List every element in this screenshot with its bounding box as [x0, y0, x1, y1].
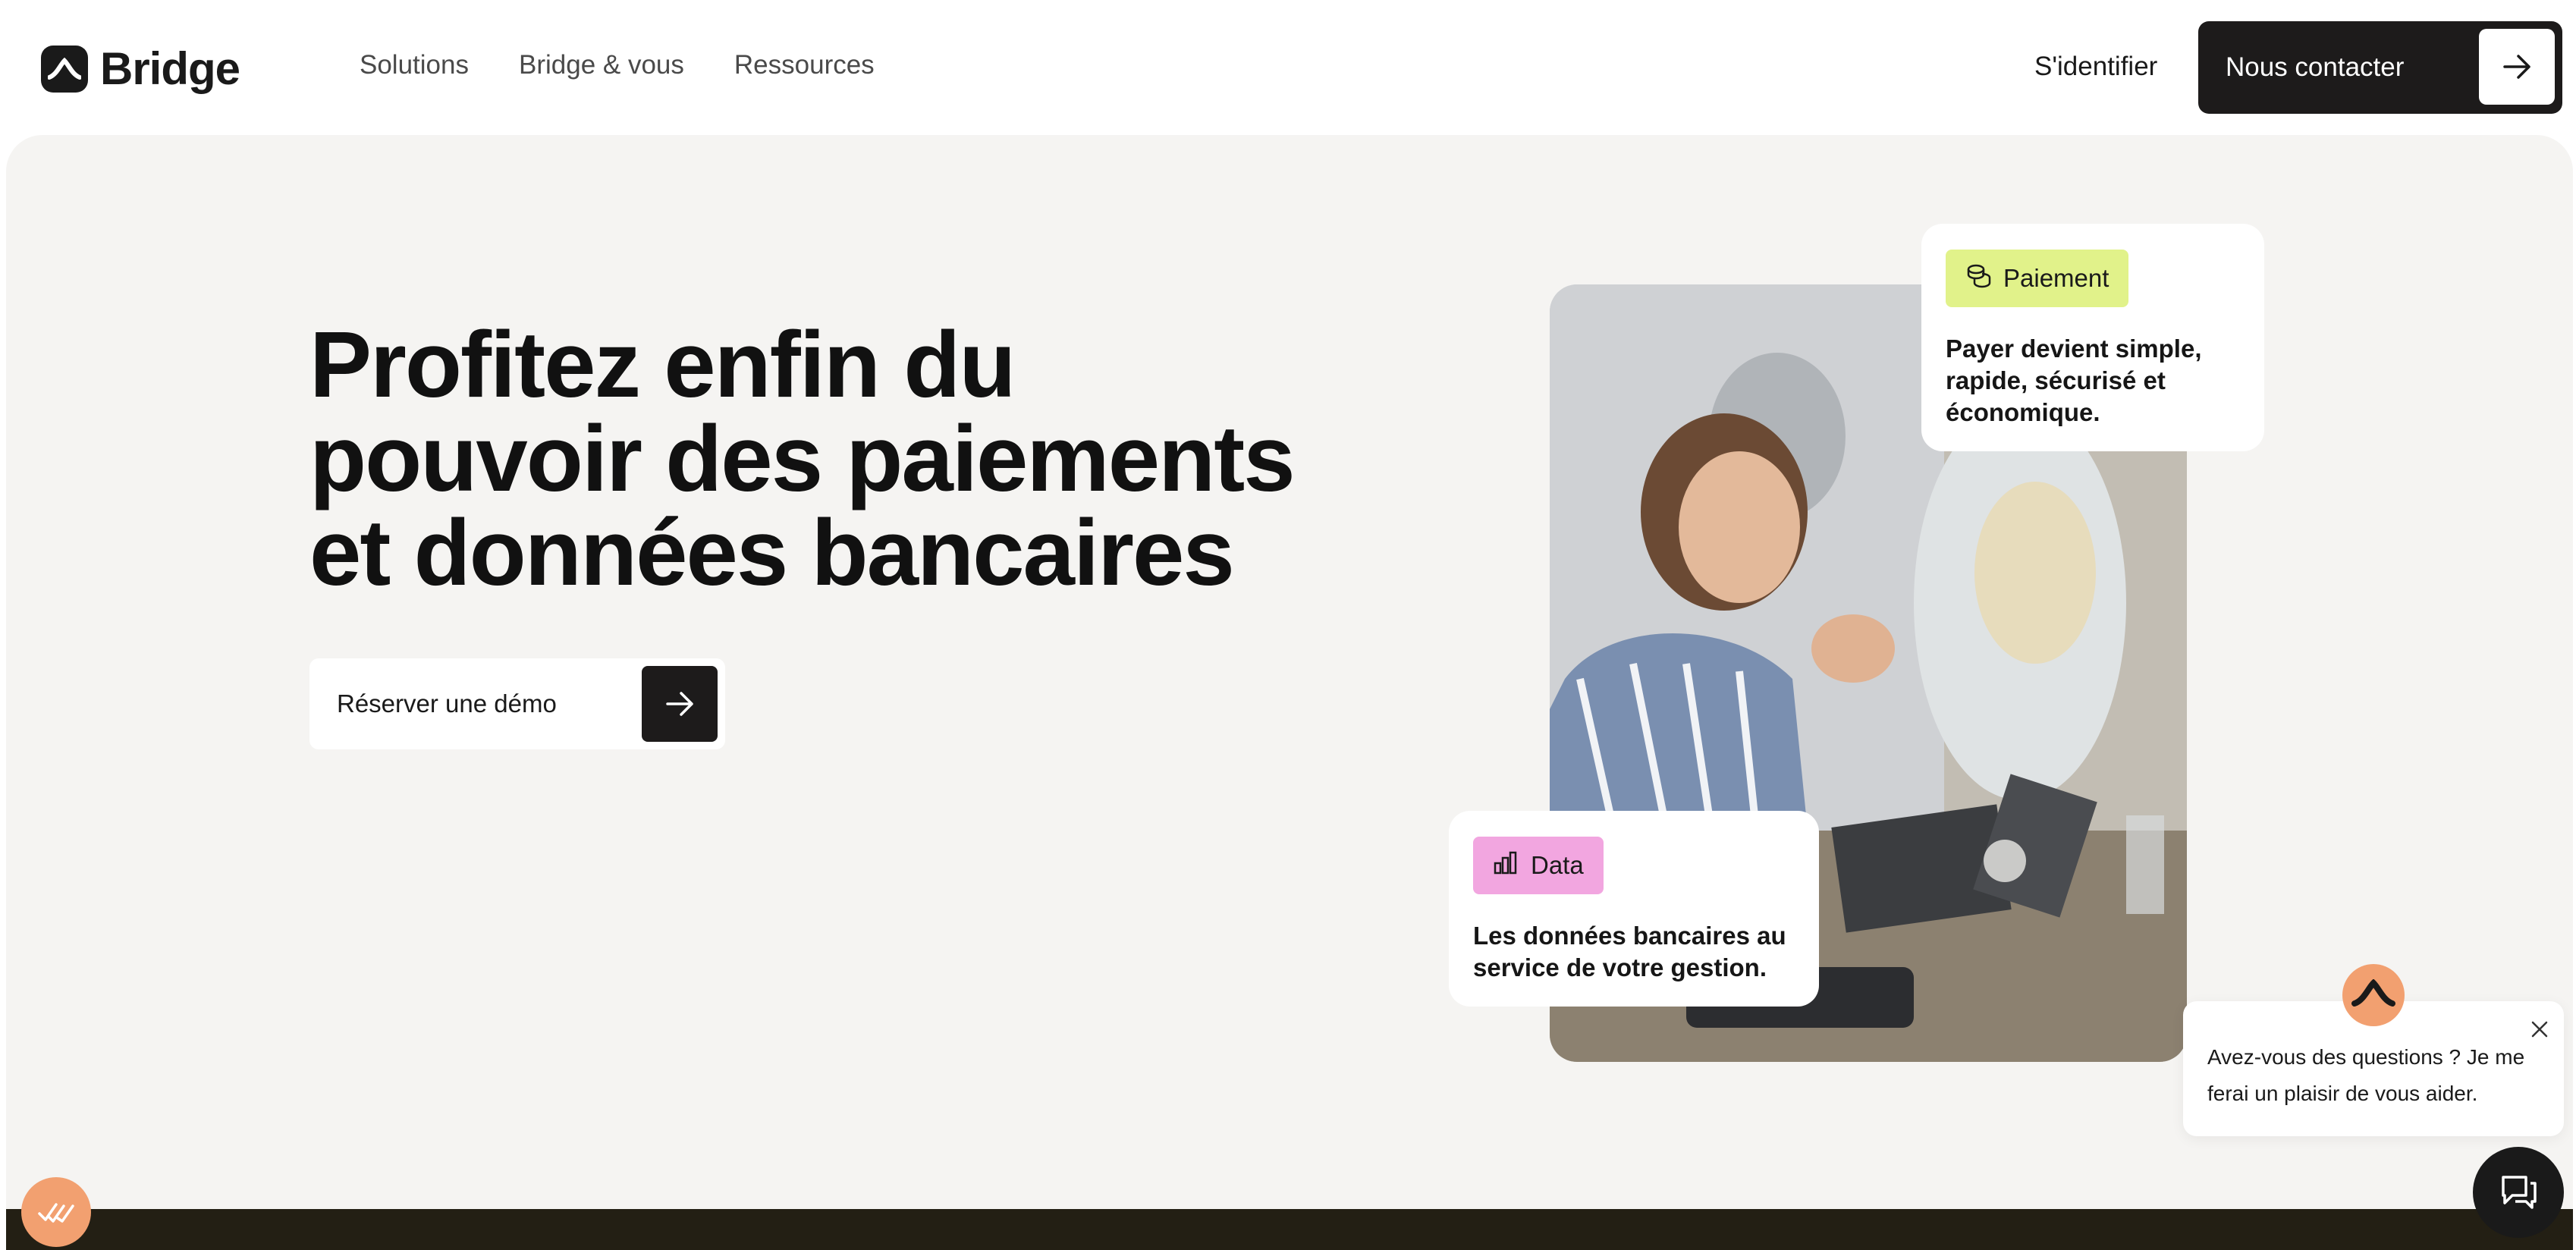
data-pill: Data — [1473, 837, 1604, 894]
cookie-consent-button[interactable] — [21, 1177, 91, 1247]
payment-card: Paiement Payer devient simple, rapide, s… — [1921, 224, 2264, 451]
checkmarks-icon — [36, 1195, 76, 1230]
bridge-logo-icon — [41, 45, 88, 93]
headline-line: Profitez enfin du — [309, 313, 1016, 417]
site-header: Bridge Solutions Bridge & vous Ressource… — [0, 0, 2576, 135]
chat-avatar — [2342, 964, 2405, 1026]
dark-section-strip — [6, 1209, 2573, 1250]
data-pill-label: Data — [1531, 851, 1584, 879]
book-demo-label: Réserver une démo — [337, 689, 557, 718]
signin-link[interactable]: S'identifier — [2034, 52, 2157, 82]
logo-text: Bridge — [100, 43, 240, 94]
chat-message-text: Avez-vous des questions ? Je me ferai un… — [2207, 1045, 2525, 1105]
nav-item-ressources[interactable]: Ressources — [734, 50, 875, 80]
close-icon[interactable] — [2529, 1015, 2550, 1038]
bridge-logo-icon — [2351, 978, 2395, 1012]
contact-button-label: Nous contacter — [2226, 52, 2405, 82]
hero-headline: Profitez enfin du pouvoir des paiements … — [309, 319, 1447, 601]
contact-button[interactable]: Nous contacter — [2198, 21, 2562, 114]
nav-item-solutions[interactable]: Solutions — [360, 50, 469, 80]
payment-pill: Paiement — [1946, 250, 2129, 307]
data-card-text: Les données bancaires au service de votr… — [1473, 922, 1786, 981]
logo[interactable]: Bridge — [41, 42, 240, 95]
bar-chart-icon — [1493, 850, 1519, 881]
book-demo-button[interactable]: Réserver une démo — [309, 658, 725, 749]
chat-launcher-button[interactable] — [2473, 1147, 2564, 1238]
coins-icon — [1965, 262, 1991, 294]
headline-line: pouvoir des paiements — [309, 407, 1296, 511]
data-card: Data Les données bancaires au service de… — [1449, 811, 1819, 1007]
payment-card-text: Payer devient simple, rapide, sécurisé e… — [1946, 334, 2202, 426]
chat-icon — [2496, 1168, 2541, 1217]
headline-line: et données bancaires — [309, 501, 1235, 605]
arrow-right-icon — [2479, 29, 2555, 105]
nav-item-bridge-et-vous[interactable]: Bridge & vous — [519, 50, 684, 80]
arrow-right-icon — [642, 666, 718, 742]
payment-pill-label: Paiement — [2003, 264, 2109, 292]
main-nav: Solutions Bridge & vous Ressources — [360, 50, 875, 80]
